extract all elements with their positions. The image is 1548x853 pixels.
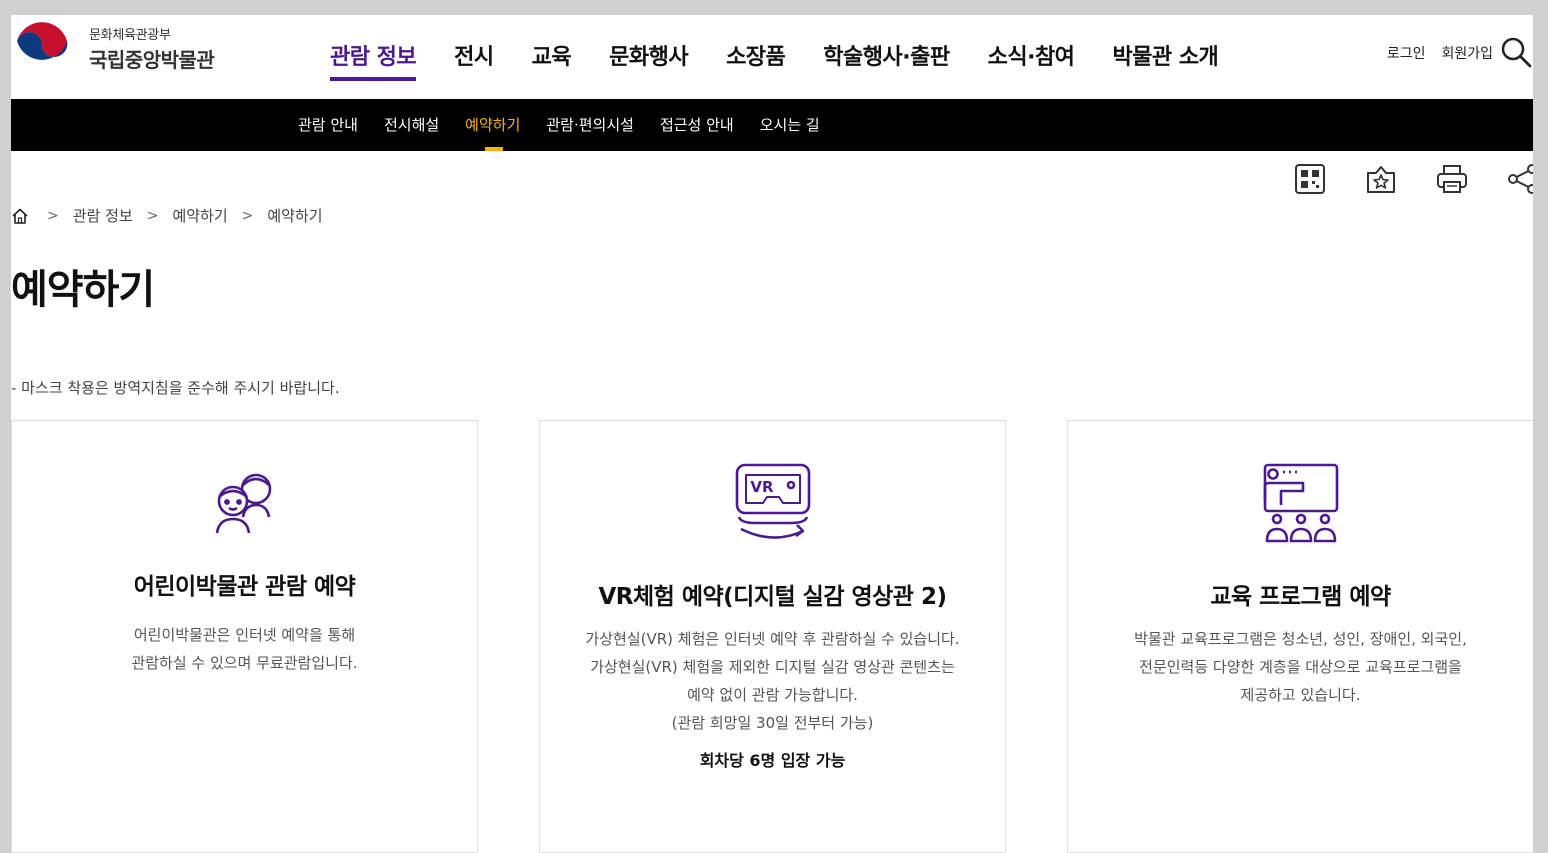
mask-notice: - 마스크 착용은 방역지침을 준수해 주시기 바랍니다. <box>11 379 340 397</box>
home-icon[interactable] <box>11 207 29 225</box>
page: 문화체육관광부 국립중앙박물관 관람 정보 전시 교육 문화행사 소장품 학술행… <box>11 15 1533 853</box>
login-link[interactable]: 로그인 <box>1387 43 1426 63</box>
taegeuk-emblem-icon <box>12 18 72 78</box>
chevron-right-icon: > <box>146 207 159 224</box>
card-desc-line: 예약 없이 관람 가능합니다. <box>687 686 858 704</box>
sub-nav: 관람 안내 전시해설 예약하기 관람·편의시설 접근성 안내 오시는 길 <box>11 99 1533 151</box>
lnb-item-visit-guide[interactable]: 관람 안내 <box>298 99 358 151</box>
join-link[interactable]: 회원가입 <box>1441 43 1493 63</box>
lnb-item-reservation[interactable]: 예약하기 <box>465 99 520 151</box>
museum-logo[interactable]: 문화체육관광부 국립중앙박물관 <box>11 17 215 79</box>
card-desc-line: 가상현실(VR) 체험을 제외한 디지털 실감 영상관 콘텐츠는 <box>590 658 955 676</box>
lnb-item-directions[interactable]: 오시는 길 <box>760 99 820 151</box>
children-icon <box>215 473 271 534</box>
header: 문화체육관광부 국립중앙박물관 관람 정보 전시 교육 문화행사 소장품 학술행… <box>11 15 1533 99</box>
children-museum-card[interactable]: 어린이박물관 관람 예약 어린이박물관은 인터넷 예약을 통해 관람하실 수 있… <box>11 420 478 853</box>
card-desc-line: (관람 희망일 30일 전부터 가능) <box>671 714 874 732</box>
gnb-item-visit-info[interactable]: 관람 정보 <box>330 39 417 81</box>
card-title: 교육 프로그램 예약 <box>1210 584 1391 610</box>
card-desc-line: 박물관 교육프로그램은 청소년, 성인, 장애인, 외국인, <box>1134 630 1467 648</box>
gnb-item-exhibition[interactable]: 전시 <box>454 39 494 77</box>
page-title: 예약하기 <box>11 267 155 313</box>
gnb-item-about[interactable]: 박물관 소개 <box>1112 39 1218 77</box>
gnb-item-education[interactable]: 교육 <box>532 39 572 77</box>
card-desc-line: 어린이박물관은 인터넷 예약을 통해 <box>133 626 356 644</box>
qr-code-icon <box>1295 164 1325 194</box>
share-button[interactable] <box>1505 161 1533 197</box>
print-icon <box>1437 165 1467 193</box>
gnb-item-academic[interactable]: 학술행사·출판 <box>823 39 950 77</box>
chevron-right-icon: > <box>241 207 254 224</box>
utility-links: 로그인 회원가입 <box>1371 43 1493 63</box>
vr-label: VR <box>750 478 774 496</box>
card-desc-line: 관람하실 수 있으며 무료관람입니다. <box>131 654 358 672</box>
page-tools <box>1257 161 1533 197</box>
breadcrumb-item[interactable]: 예약하기 <box>172 205 227 226</box>
lnb-item-accessibility[interactable]: 접근성 안내 <box>660 99 734 151</box>
main-nav: 관람 정보 전시 교육 문화행사 소장품 학술행사·출판 소식·참여 박물관 소… <box>330 39 1256 81</box>
print-button[interactable] <box>1434 161 1470 197</box>
qr-code-button[interactable] <box>1292 161 1328 197</box>
gnb-item-news[interactable]: 소식·참여 <box>988 39 1075 77</box>
lnb-item-facilities[interactable]: 관람·편의시설 <box>546 99 634 151</box>
museum-name: 국립중앙박물관 <box>89 47 215 72</box>
card-title: 어린이박물관 관람 예약 <box>133 574 356 600</box>
gnb-item-cultural-events[interactable]: 문화행사 <box>609 39 688 77</box>
bookmark-star-icon <box>1367 166 1395 193</box>
ministry-name: 문화체육관광부 <box>89 27 171 43</box>
classroom-icon <box>1263 463 1338 543</box>
bookmark-button[interactable] <box>1363 161 1399 197</box>
education-program-card[interactable]: 교육 프로그램 예약 박물관 교육프로그램은 청소년, 성인, 장애인, 외국인… <box>1067 420 1533 853</box>
lnb-item-commentary[interactable]: 전시해설 <box>384 99 439 151</box>
gnb-item-collection[interactable]: 소장품 <box>726 39 786 77</box>
vr-headset-icon: VR <box>735 463 810 539</box>
card-desc-line: 제공하고 있습니다. <box>1240 686 1361 704</box>
breadcrumb-item[interactable]: 예약하기 <box>267 205 322 226</box>
share-icon <box>1508 164 1533 194</box>
chevron-right-icon: > <box>47 207 59 224</box>
card-desc-line: 전문인력등 다양한 계층을 대상으로 교육프로그램을 <box>1139 658 1462 676</box>
card-desc-line: 가상현실(VR) 체험은 인터넷 예약 후 관람하실 수 있습니다. <box>585 630 960 648</box>
card-title: VR체험 예약(디지털 실감 영상관 2) <box>598 584 948 610</box>
breadcrumb-item[interactable]: 관람 정보 <box>73 205 133 226</box>
breadcrumb: > 관람 정보 > 예약하기 > 예약하기 <box>11 205 323 226</box>
search-icon[interactable] <box>1499 35 1533 69</box>
capacity-note: 회차당 6명 입장 가능 <box>699 751 846 770</box>
vr-experience-card[interactable]: VR VR체험 예약(디지털 실감 영상관 2) 가상현실(VR) 체험은 인터… <box>539 420 1006 853</box>
